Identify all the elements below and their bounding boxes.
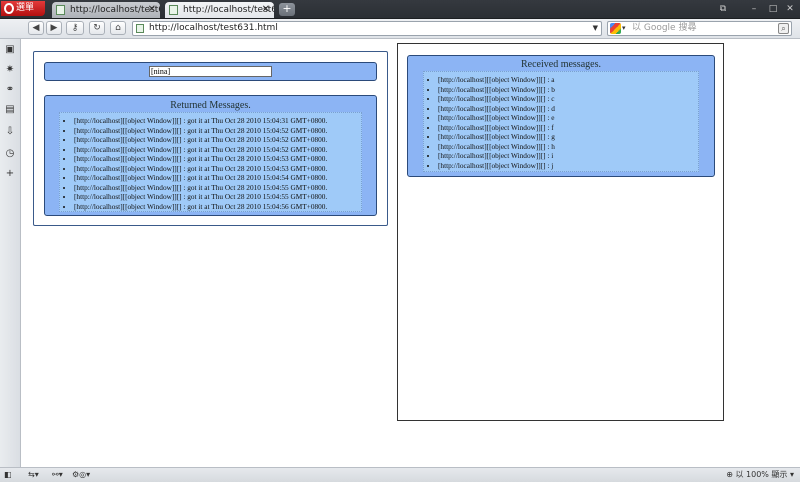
maximize-icon[interactable]: □ <box>767 3 779 15</box>
list-item: [http://localhost][[object Window]][] : … <box>438 123 698 133</box>
close-tab-icon[interactable]: ✕ <box>148 2 156 18</box>
status-bar: ◧ ⇆▾ ⚯▾ ⚙◎▾ ⊕ 以 100% 顯示 ▾ <box>0 467 800 482</box>
add-panel-icon[interactable]: + <box>5 169 15 179</box>
back-button[interactable]: ◀ <box>28 21 44 35</box>
title-bar: 選單 http://localhost/test6... ✕ http://lo… <box>0 0 800 19</box>
returned-list: [http://localhost][[object Window]][] : … <box>60 113 361 211</box>
list-item: [http://localhost][[object Window]][] : … <box>438 132 698 142</box>
notes-icon[interactable]: ▤ <box>5 105 15 115</box>
sender-frame: Returned Messages. [http://localhost][[o… <box>33 51 388 226</box>
sync-icon[interactable]: ⇆▾ <box>28 468 39 482</box>
restore-icon[interactable]: ⧉ <box>717 3 729 15</box>
side-panel: ▣ ✷ ⚭ ▤ ⇩ ◷ + <box>0 39 21 467</box>
panel-title: Received messages. <box>521 59 601 70</box>
input-panel <box>44 62 377 81</box>
home-button[interactable]: ⌂ <box>110 21 126 35</box>
zoom-label: 以 100% 顯示 <box>735 470 788 479</box>
opera-menu-button[interactable]: 選單 <box>1 1 45 16</box>
history-icon[interactable]: ◷ <box>5 149 15 159</box>
tab-label: http://localhost/test6... <box>70 5 160 15</box>
returned-list-box: [http://localhost][[object Window]][] : … <box>59 112 362 212</box>
message-input[interactable] <box>149 66 272 77</box>
reload-button[interactable]: ↻ <box>89 21 105 35</box>
list-item: [http://localhost][[object Window]][] : … <box>74 183 361 193</box>
address-text: http://localhost/test631.html <box>149 23 278 33</box>
page-content: Returned Messages. [http://localhost][[o… <box>21 39 800 467</box>
received-list: [http://localhost][[object Window]][] : … <box>424 72 698 170</box>
list-item: [http://localhost][[object Window]][] : … <box>438 85 698 95</box>
menu-label: 選單 <box>16 3 35 13</box>
list-item: [http://localhost][[object Window]][] : … <box>74 164 361 174</box>
list-item: [http://localhost][[object Window]][] : … <box>438 94 698 104</box>
list-item: [http://localhost][[object Window]][] : … <box>74 202 361 212</box>
search-field[interactable]: ▾ 以 Google 搜尋 ⌕ <box>607 21 792 36</box>
page-favicon-icon <box>56 5 65 15</box>
list-item: [http://localhost][[object Window]][] : … <box>74 154 361 164</box>
settings-icon[interactable]: ⚙◎▾ <box>72 468 90 482</box>
panel-title: Returned Messages. <box>170 100 251 111</box>
unite-icon[interactable]: ⚭ <box>5 85 15 95</box>
close-tab-icon[interactable]: ✕ <box>262 2 270 18</box>
chevron-down-icon[interactable]: ▼ <box>593 22 598 35</box>
zoom-icon: ⊕ <box>726 470 733 479</box>
tab-label: http://localhost/test6... <box>183 5 274 15</box>
list-item: [http://localhost][[object Window]][] : … <box>74 116 361 126</box>
bookmarks-icon[interactable]: ▣ <box>5 45 15 55</box>
minimize-icon[interactable]: – <box>748 3 760 15</box>
google-icon <box>610 23 621 34</box>
list-item: [http://localhost][[object Window]][] : … <box>74 173 361 183</box>
new-tab-button[interactable]: + <box>279 3 295 16</box>
forward-button[interactable]: ▶ <box>46 21 62 35</box>
zoom-control[interactable]: ⊕ 以 100% 顯示 ▾ <box>726 468 794 482</box>
turbo-icon[interactable]: ⚯▾ <box>52 468 63 482</box>
list-item: [http://localhost][[object Window]][] : … <box>438 113 698 123</box>
returned-messages-panel: Returned Messages. [http://localhost][[o… <box>44 95 377 216</box>
key-icon[interactable]: ⚷ <box>66 21 84 35</box>
address-bar[interactable]: http://localhost/test631.html ▼ <box>132 21 602 36</box>
list-item: [http://localhost][[object Window]][] : … <box>438 151 698 161</box>
widgets-icon[interactable]: ✷ <box>5 65 15 75</box>
receiver-frame: Received messages. [http://localhost][[o… <box>397 43 724 421</box>
tab-2[interactable]: http://localhost/test6... ✕ <box>165 2 274 18</box>
received-messages-panel: Received messages. [http://localhost][[o… <box>407 55 715 177</box>
search-icon[interactable]: ⌕ <box>778 23 789 34</box>
list-item: [http://localhost][[object Window]][] : … <box>438 75 698 85</box>
list-item: [http://localhost][[object Window]][] : … <box>438 161 698 171</box>
tab-1[interactable]: http://localhost/test6... ✕ <box>52 2 160 18</box>
opera-logo-icon <box>4 3 14 14</box>
search-placeholder: 以 Google 搜尋 <box>632 23 697 33</box>
panel-toggle-icon[interactable]: ◧ <box>4 468 12 482</box>
chevron-down-icon: ▾ <box>789 470 794 479</box>
list-item: [http://localhost][[object Window]][] : … <box>438 142 698 152</box>
list-item: [http://localhost][[object Window]][] : … <box>74 135 361 145</box>
received-list-box: [http://localhost][[object Window]][] : … <box>423 71 699 172</box>
page-favicon-icon <box>169 5 178 15</box>
page-icon <box>136 24 144 33</box>
navigation-toolbar: ◀ ▶ ⚷ ↻ ⌂ http://localhost/test631.html … <box>0 19 800 39</box>
downloads-icon[interactable]: ⇩ <box>5 127 15 137</box>
list-item: [http://localhost][[object Window]][] : … <box>74 192 361 202</box>
list-item: [http://localhost][[object Window]][] : … <box>74 145 361 155</box>
list-item: [http://localhost][[object Window]][] : … <box>74 126 361 136</box>
list-item: [http://localhost][[object Window]][] : … <box>438 104 698 114</box>
chevron-down-icon[interactable]: ▾ <box>622 22 626 35</box>
close-window-icon[interactable]: ✕ <box>784 3 796 15</box>
